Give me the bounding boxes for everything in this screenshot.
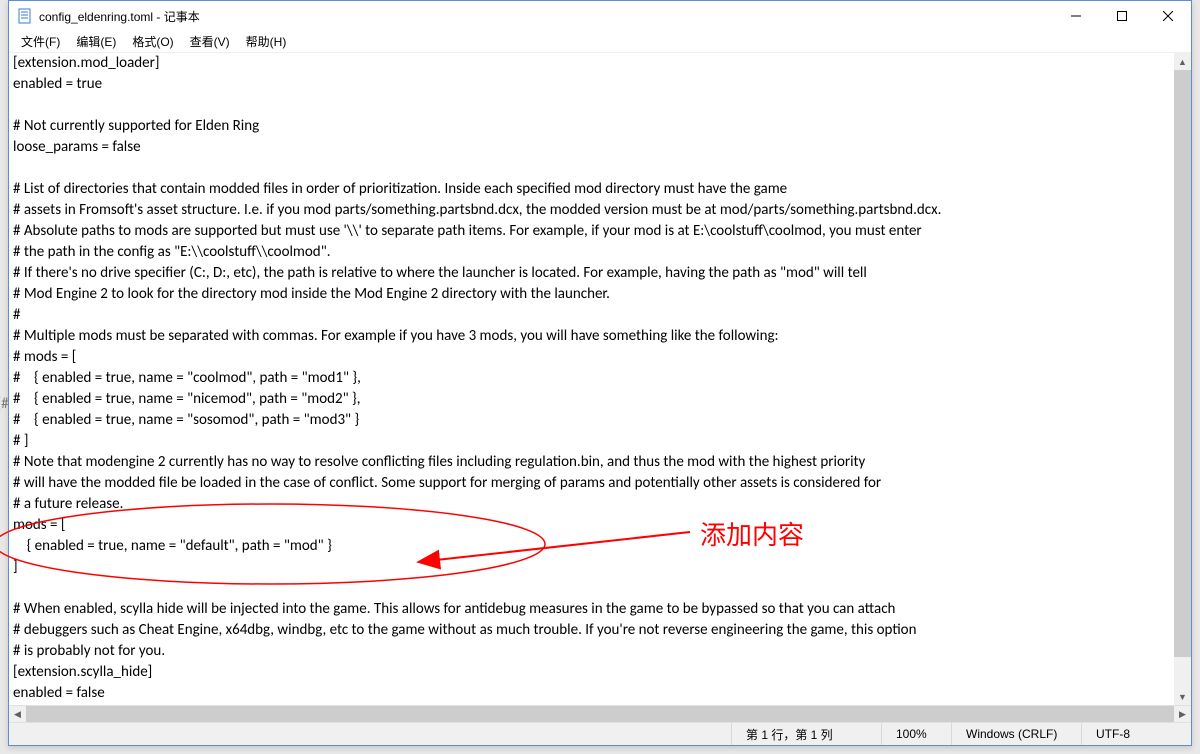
notepad-window: config_eldenring.toml - 记事本 文件(F) 编辑(E) … [8, 0, 1192, 746]
minimize-button[interactable] [1053, 1, 1099, 31]
status-zoom: 100% [881, 723, 951, 745]
editor-area: [extension.mod_loader] enabled = true # … [9, 53, 1191, 722]
vertical-scrollbar[interactable]: ▲ ▼ [1174, 53, 1191, 705]
scroll-left-arrow-icon[interactable]: ◀ [9, 706, 26, 722]
notepad-icon [17, 8, 33, 24]
cropped-external-text: ((# [0, 395, 9, 413]
menu-edit[interactable]: 编辑(E) [68, 31, 124, 52]
scroll-right-arrow-icon[interactable]: ▶ [1174, 706, 1191, 722]
menu-help[interactable]: 帮助(H) [238, 31, 295, 52]
window-title: config_eldenring.toml - 记事本 [39, 8, 200, 25]
menu-format[interactable]: 格式(O) [124, 31, 181, 52]
maximize-button[interactable] [1099, 1, 1145, 31]
editor-text[interactable]: [extension.mod_loader] enabled = true # … [9, 53, 1191, 705]
close-button[interactable] [1145, 1, 1191, 31]
horizontal-scroll-thumb[interactable] [26, 706, 1174, 722]
titlebar[interactable]: config_eldenring.toml - 记事本 [9, 1, 1191, 31]
annotation-label: 添加内容 [700, 515, 804, 552]
menubar: 文件(F) 编辑(E) 格式(O) 查看(V) 帮助(H) [9, 31, 1191, 53]
scroll-up-arrow-icon[interactable]: ▲ [1174, 53, 1191, 70]
status-caret-position: 第 1 行，第 1 列 [731, 723, 881, 745]
menu-view[interactable]: 查看(V) [182, 31, 238, 52]
status-encoding: UTF-8 [1081, 723, 1191, 745]
vertical-scroll-thumb[interactable] [1174, 70, 1191, 657]
status-line-ending: Windows (CRLF) [951, 723, 1081, 745]
statusbar: 第 1 行，第 1 列 100% Windows (CRLF) UTF-8 [9, 722, 1191, 745]
horizontal-scrollbar[interactable]: ◀ ▶ [9, 705, 1191, 722]
menu-file[interactable]: 文件(F) [13, 31, 68, 52]
scroll-down-arrow-icon[interactable]: ▼ [1174, 688, 1191, 705]
